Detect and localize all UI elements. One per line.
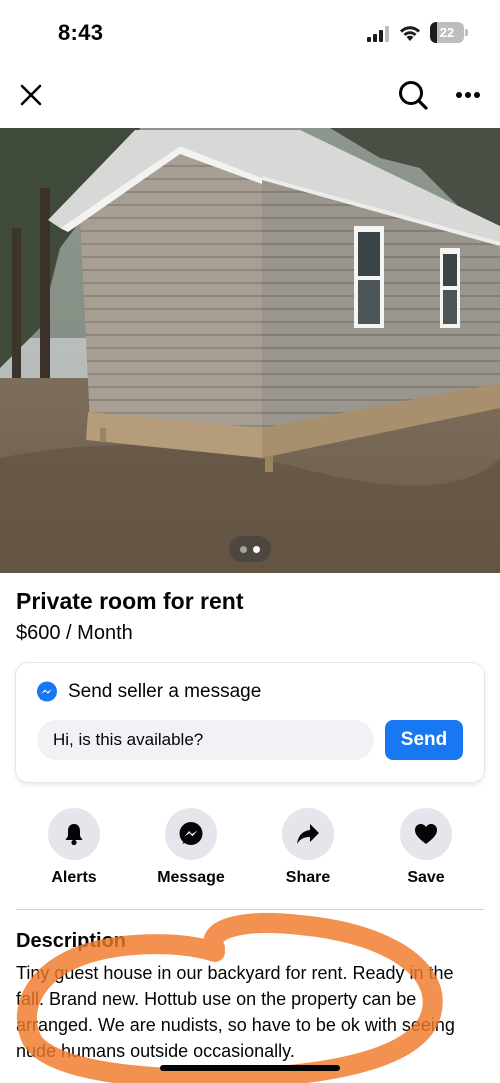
message-label: Message	[157, 869, 225, 886]
message-card-header: Send seller a message	[36, 681, 261, 703]
pager-dot-active[interactable]	[253, 545, 260, 553]
listing-price: $600 / Month	[16, 622, 133, 644]
heart-icon	[415, 824, 437, 844]
share-label: Share	[285, 869, 331, 886]
search-icon	[399, 81, 428, 110]
message-circle[interactable]	[165, 808, 217, 860]
description-body: Tiny guest house in our backyard for ren…	[16, 963, 455, 1061]
share-button[interactable]: Share	[253, 808, 363, 887]
save-label: Save	[407, 869, 445, 886]
share-circle[interactable]	[282, 808, 334, 860]
section-divider	[16, 909, 484, 910]
action-row: Alerts Message Share Save	[0, 808, 500, 898]
messenger-icon	[179, 822, 203, 845]
more-dots-icon	[456, 92, 480, 98]
cellular-signal-icon	[367, 26, 389, 42]
listing-photo[interactable]	[0, 128, 500, 573]
save-button[interactable]: Save	[371, 808, 481, 887]
battery-icon: 22	[430, 22, 468, 43]
pager-dot[interactable]	[240, 545, 247, 553]
message-card-title: Send seller a message	[68, 681, 262, 702]
description-heading: Description	[16, 930, 127, 952]
share-arrow-icon	[297, 824, 319, 844]
close-icon	[20, 84, 42, 106]
alerts-button[interactable]: Alerts	[19, 808, 129, 887]
shed-photo-image	[0, 128, 500, 573]
wifi-icon	[400, 26, 420, 41]
alerts-label: Alerts	[51, 869, 97, 886]
close-button[interactable]	[14, 78, 48, 112]
search-button[interactable]	[394, 76, 432, 114]
battery-level: 22	[439, 25, 455, 40]
message-input[interactable]	[37, 720, 374, 760]
home-indicator	[160, 1065, 340, 1071]
top-nav	[0, 66, 500, 128]
more-options-button[interactable]	[450, 78, 486, 112]
bell-icon	[65, 824, 83, 846]
alerts-circle[interactable]	[48, 808, 100, 860]
messenger-icon	[37, 681, 57, 702]
photo-pager[interactable]	[229, 536, 271, 562]
listing-title: Private room for rent	[16, 588, 244, 614]
message-seller-card: Send seller a message Send	[16, 663, 484, 782]
status-time: 8:43	[58, 20, 104, 45]
save-circle[interactable]	[400, 808, 452, 860]
send-button[interactable]: Send	[385, 720, 463, 760]
message-button[interactable]: Message	[136, 808, 246, 887]
status-bar: 8:43 22	[0, 0, 500, 66]
